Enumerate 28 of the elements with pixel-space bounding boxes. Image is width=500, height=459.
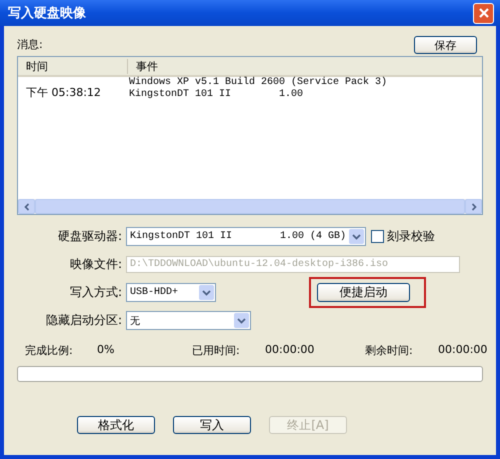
progress-value: 00:00:00 xyxy=(265,343,316,358)
checkbox[interactable] xyxy=(371,230,384,243)
field-label: 写入方式: xyxy=(68,284,123,301)
dropdown[interactable]: KingstonDT 101 II 1.00 (4 GB) xyxy=(126,227,366,246)
column-header[interactable]: 时间 xyxy=(18,58,128,74)
dropdown[interactable]: USB-HDD+ xyxy=(126,283,216,302)
column-header[interactable]: 事件 xyxy=(128,58,158,74)
field-label: 映像文件: xyxy=(68,256,123,273)
close-icon xyxy=(478,7,490,19)
field-label: 硬盘驱动器: xyxy=(56,228,123,245)
close-button[interactable] xyxy=(473,2,494,24)
save-button[interactable]: 保存 xyxy=(414,36,477,54)
action-button[interactable]: 格式化 xyxy=(77,416,155,434)
progress-label: 剩余时间: xyxy=(365,343,414,358)
progress-value: 0% xyxy=(97,343,116,358)
field-label: 隐藏启动分区: xyxy=(44,312,123,329)
window-title: 写入硬盘映像 xyxy=(8,4,86,22)
messages-label: 消息: xyxy=(17,37,43,52)
time-cell-text: 下午 05:38:12 xyxy=(25,85,102,101)
quick-boot-button[interactable]: 便捷启动 xyxy=(317,283,410,302)
event-cell-text: Windows XP v5.1 Build 2600 (Service Pack 3) xyxy=(129,77,388,88)
action-button[interactable]: 写入 xyxy=(173,416,251,434)
progress-value: 00:00:00 xyxy=(438,343,488,358)
progress-label: 完成比例: xyxy=(25,343,74,358)
event-cell-text: KingstonDT 101 II 1.00 xyxy=(129,89,304,101)
dropdown[interactable]: 无 xyxy=(126,311,251,330)
progress-label: 已用时间: xyxy=(192,343,241,358)
checkbox-label: 刻录校验 xyxy=(387,228,435,245)
